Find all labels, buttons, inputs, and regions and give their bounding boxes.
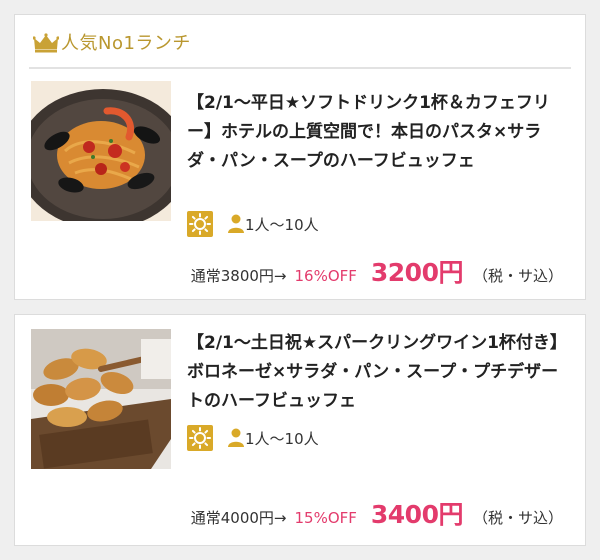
- crown-icon: [33, 33, 59, 53]
- plan-price: 3200円: [370, 258, 464, 287]
- plan-title[interactable]: 【2/1〜土日祝★スパークリングワイン1杯付き】ボロネーゼ×サラダ・パン・スープ…: [187, 329, 559, 416]
- discount-badge: 16%OFF: [294, 267, 357, 285]
- pasta-with-mussels-photo[interactable]: [31, 81, 171, 221]
- tax-note: （税・サ込）: [472, 267, 563, 285]
- person-icon: [228, 428, 244, 447]
- tax-note: （税・サ込）: [472, 509, 563, 527]
- person-icon: [228, 214, 244, 233]
- capacity-text: 1人〜10人: [245, 216, 319, 234]
- plan-meta: 1人〜10人: [187, 425, 547, 451]
- sun-icon: [187, 211, 213, 237]
- plan-title[interactable]: 【2/1〜平日★ソフトドリンク1杯＆カフェフリー】ホテルの上質空間で！本日のパス…: [187, 89, 559, 176]
- price-row: 通常4000円→ 15%OFF 3400円 （税・サ込）: [190, 495, 563, 529]
- ranking-title: 人気No1ランチ: [61, 33, 191, 54]
- plan-meta: 1人〜10人: [187, 211, 547, 237]
- plan-price: 3400円: [370, 500, 464, 529]
- plan-card[interactable]: 【2/1〜土日祝★スパークリングワイン1杯付き】ボロネーゼ×サラダ・パン・スープ…: [14, 314, 586, 546]
- capacity-text: 1人〜10人: [245, 430, 319, 448]
- sun-icon: [187, 425, 213, 451]
- regular-price: 通常4000円→: [190, 509, 287, 527]
- discount-badge: 15%OFF: [294, 509, 357, 527]
- ranking-header: 人気No1ランチ: [29, 27, 571, 69]
- regular-price: 通常3800円→: [190, 267, 287, 285]
- price-row: 通常3800円→ 16%OFF 3200円 （税・サ込）: [190, 253, 563, 287]
- plan-card[interactable]: 人気No1ランチ 【2/1〜平日★ソフトドリンク1杯＆カフェフリー】ホテルの上質…: [14, 14, 586, 300]
- bread-basket-photo[interactable]: [31, 329, 171, 469]
